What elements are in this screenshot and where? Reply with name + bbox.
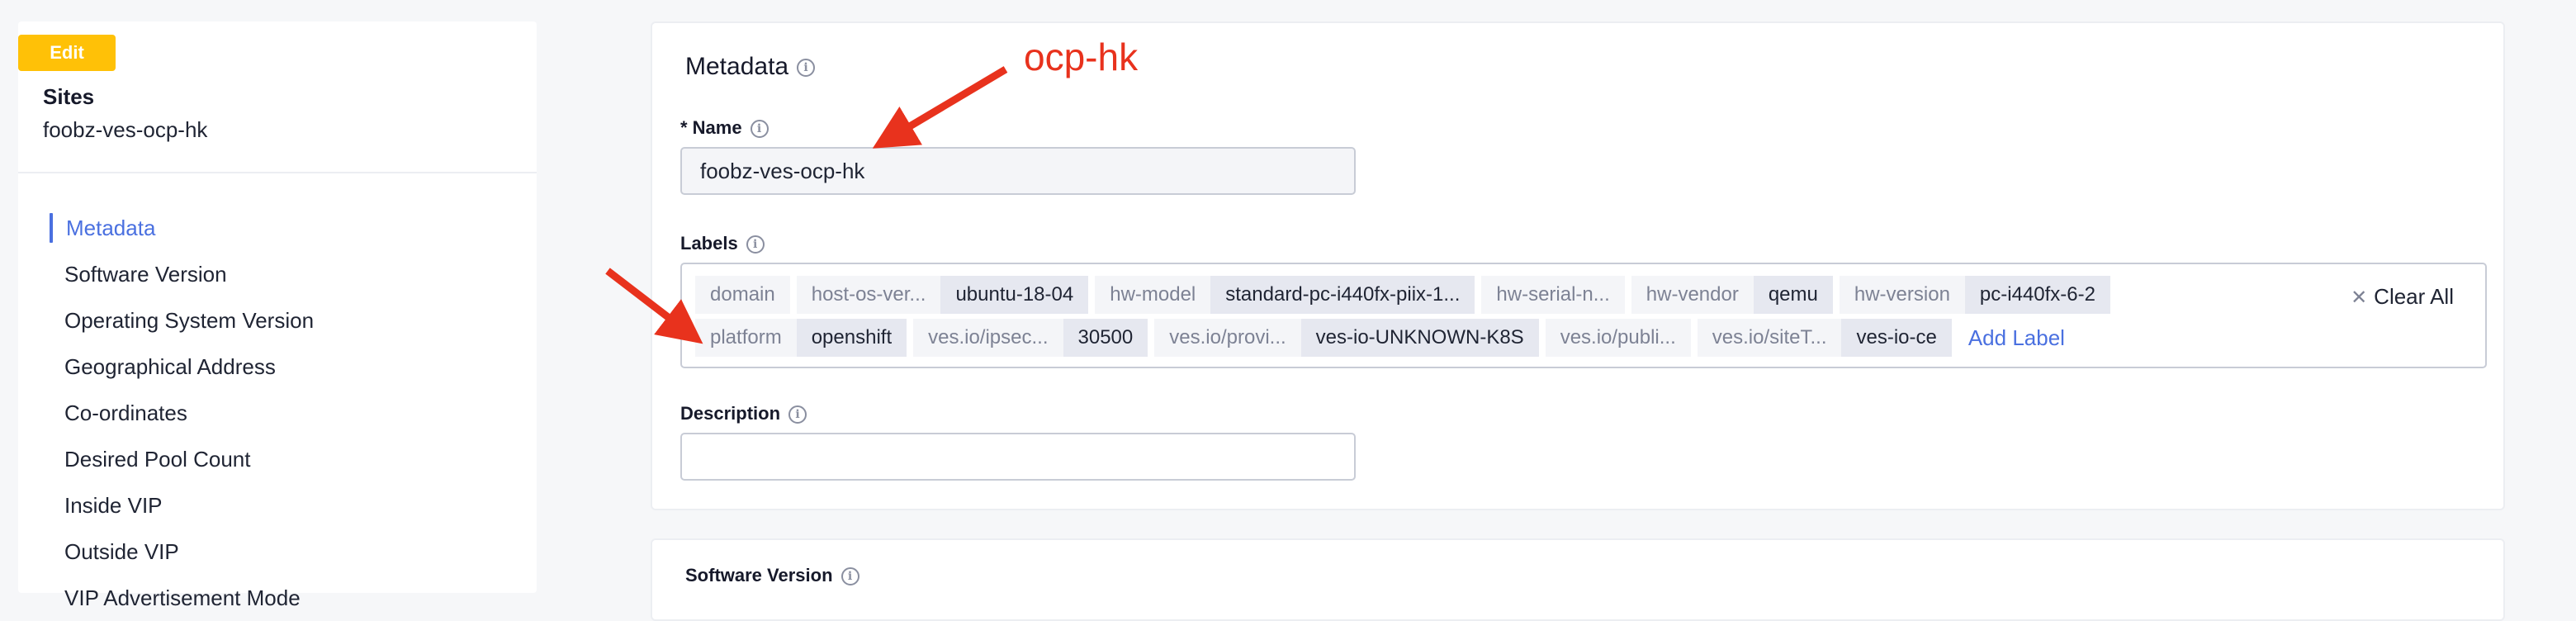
annotation-arrow-name — [872, 66, 1008, 149]
annotation-arrows — [605, 66, 1008, 344]
annotation-arrow-labels — [605, 268, 703, 344]
